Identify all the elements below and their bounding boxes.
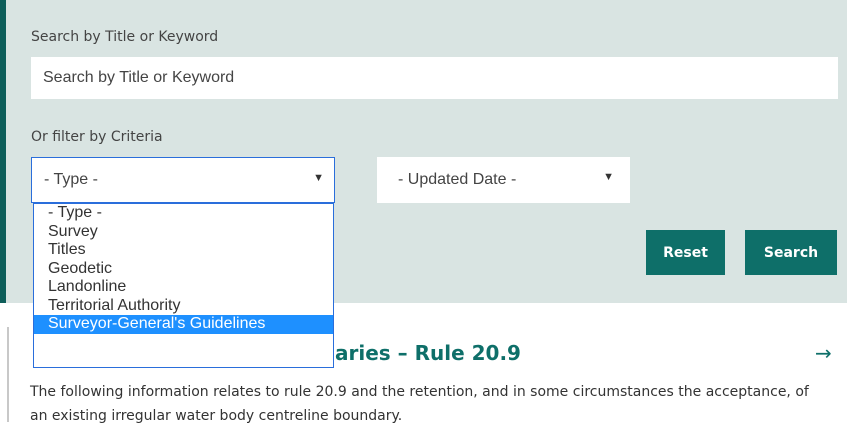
type-option[interactable]: Geodetic xyxy=(34,260,333,279)
reset-button[interactable]: Reset xyxy=(646,230,725,275)
type-option[interactable]: Titles xyxy=(34,241,333,260)
type-option[interactable]: Landonline xyxy=(34,278,333,297)
filter-label: Or filter by Criteria xyxy=(31,129,163,145)
updated-date-select[interactable]: - Updated Date - ▼ xyxy=(377,157,630,203)
dropdown-arrow-icon: ▼ xyxy=(313,172,324,184)
type-option[interactable]: Territorial Authority xyxy=(34,297,333,316)
search-label: Search by Title or Keyword xyxy=(31,29,219,45)
panel-accent-bar xyxy=(0,0,6,303)
dropdown-arrow-icon: ▼ xyxy=(603,171,614,183)
type-option[interactable]: Survey xyxy=(34,223,333,242)
updated-date-select-value: - Updated Date - xyxy=(398,171,517,188)
type-dropdown-list[interactable]: - Type - Survey Titles Geodetic Landonli… xyxy=(33,203,334,368)
article-title[interactable]: aries – Rule 20.9 xyxy=(335,341,521,365)
arrow-right-icon[interactable]: → xyxy=(815,341,832,365)
type-option-highlighted[interactable]: Surveyor-General's Guidelines xyxy=(34,315,333,334)
article-side-bar xyxy=(7,327,9,422)
search-button[interactable]: Search xyxy=(745,230,837,275)
search-input[interactable] xyxy=(31,57,838,99)
type-option[interactable]: - Type - xyxy=(34,204,333,223)
article-description: The following information relates to rul… xyxy=(30,384,809,424)
type-select[interactable]: - Type - ▼ xyxy=(31,157,335,203)
type-select-value: - Type - xyxy=(44,171,98,188)
